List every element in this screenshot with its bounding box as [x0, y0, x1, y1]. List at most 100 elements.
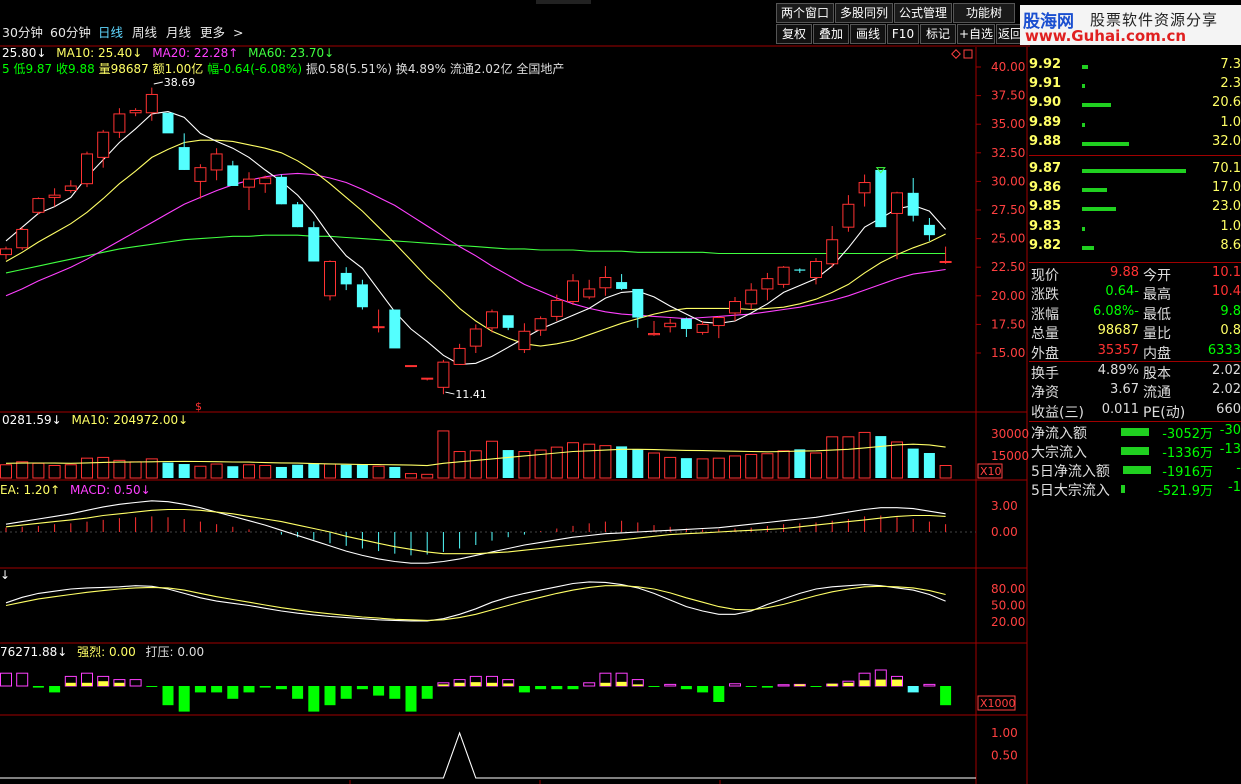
volume-bar — [308, 463, 320, 478]
volume-bar — [259, 465, 272, 479]
order-volume-bar — [1082, 169, 1186, 173]
candle-body — [356, 284, 368, 308]
volume-bar — [858, 431, 871, 479]
quote-label: 最高 — [1143, 287, 1171, 304]
flow-bar — [761, 686, 773, 688]
candlestick — [405, 365, 417, 368]
candlestick — [64, 180, 77, 193]
candlestick — [616, 274, 628, 291]
volume-bar — [48, 465, 61, 479]
macd-tick-label: 0.00 — [991, 525, 1018, 539]
flow-strong-bar — [600, 682, 611, 686]
volume-bar — [664, 456, 677, 479]
candle-body — [826, 239, 839, 265]
quote-divider — [1029, 361, 1241, 362]
volume-bar — [939, 465, 952, 479]
volume-bar — [32, 462, 45, 479]
quote-label: 量比 — [1143, 326, 1171, 343]
quote-label: 涨幅 — [1031, 306, 1059, 323]
volume-bar — [761, 453, 774, 479]
quote-value: 9.8 — [1220, 303, 1241, 319]
high-price-annotation: 38.69 — [164, 76, 196, 89]
fundamental-label: 净资 — [1031, 385, 1059, 402]
volume-bar — [502, 450, 514, 478]
order-price: 9.91 — [1029, 76, 1062, 92]
flow-bar — [680, 686, 692, 690]
candle-body — [372, 326, 385, 329]
candlestick — [907, 177, 919, 222]
candlestick — [194, 164, 207, 199]
quote-label: 涨跌 — [1031, 287, 1059, 304]
volume-bar — [405, 473, 417, 479]
quote-label: 总量 — [1031, 326, 1059, 343]
candle-body — [907, 192, 919, 216]
flow-bar — [421, 686, 433, 699]
order-volume-bar — [1082, 84, 1085, 89]
candle-body — [243, 178, 255, 188]
kdj-tick-label: 80.00 — [991, 582, 1025, 596]
candlestick — [794, 268, 806, 273]
candlestick — [664, 318, 677, 333]
flow-bar — [583, 682, 596, 687]
candle-body — [405, 365, 417, 368]
candle-body — [97, 131, 110, 158]
kline-chart[interactable]: 38.69 11.41 $ 40.00 37.50 35.00 32.50 30.00 27.… — [0, 0, 1030, 784]
candle-body — [259, 177, 272, 185]
candlestick — [162, 112, 174, 134]
volume-bar — [356, 464, 368, 478]
flow-bar — [178, 686, 190, 712]
volume-bar — [842, 436, 855, 479]
candle-body — [761, 278, 774, 290]
macd-tick-label: 3.00 — [991, 499, 1018, 513]
price-tick-label: 27.50 — [991, 203, 1025, 217]
flow-extra: -1 — [1228, 480, 1241, 495]
quote-value: -0.64 — [1105, 284, 1139, 300]
volume-bar — [583, 443, 596, 479]
flow-bar-indicator — [1121, 485, 1125, 493]
volume-bar — [632, 449, 644, 478]
flow-bar — [275, 686, 287, 690]
flow-bar — [745, 686, 757, 687]
flow-unit-label: X1000 — [980, 697, 1016, 710]
flow-bar — [308, 686, 320, 712]
candlestick — [421, 377, 434, 381]
candle-body — [696, 323, 709, 333]
candlestick — [372, 309, 385, 333]
volume-bar — [81, 457, 93, 479]
volume-bar — [826, 436, 839, 479]
order-price: 9.83 — [1029, 218, 1062, 234]
high-pointer — [153, 81, 163, 85]
price-tick-label: 15.00 — [991, 346, 1025, 360]
order-volume-bar — [1082, 188, 1107, 193]
candlestick — [97, 129, 110, 168]
candle-body — [324, 260, 336, 297]
order-volume-bar — [1082, 65, 1089, 69]
flow-bar — [923, 683, 936, 687]
flow-bar — [356, 686, 368, 690]
flow-bar — [405, 686, 417, 712]
price-tick-label: 25.00 — [991, 232, 1025, 246]
candlestick — [145, 87, 158, 121]
candle-body — [745, 289, 758, 305]
candlestick — [227, 160, 239, 186]
flow-bar — [16, 672, 29, 687]
fundamental-label: PE(动) — [1143, 404, 1186, 421]
flow-strong-bar — [892, 679, 902, 686]
quote-value: 10.1 — [1212, 265, 1241, 280]
volume-bar — [97, 456, 110, 479]
ma60-line — [5, 234, 946, 274]
flow-label: 5日净流入额 — [1031, 464, 1110, 480]
flow-bar — [518, 686, 530, 693]
order-book-row: 9.90 20.6 — [1029, 95, 1241, 114]
candle-body — [664, 322, 677, 328]
order-price: 9.87 — [1029, 161, 1062, 176]
order-book-row: 9.89 1.0 — [1029, 115, 1241, 134]
candlestick — [648, 320, 660, 336]
flow-strong-bar — [454, 682, 465, 686]
fundamental-label: 流通 — [1143, 385, 1171, 402]
candlestick — [680, 317, 692, 337]
fundamental-label: 收益(三) — [1031, 404, 1084, 421]
order-book-row: 9.85 23.0 — [1029, 199, 1241, 218]
flow-bar — [810, 686, 822, 687]
order-qty: 1.0 — [1220, 114, 1241, 130]
